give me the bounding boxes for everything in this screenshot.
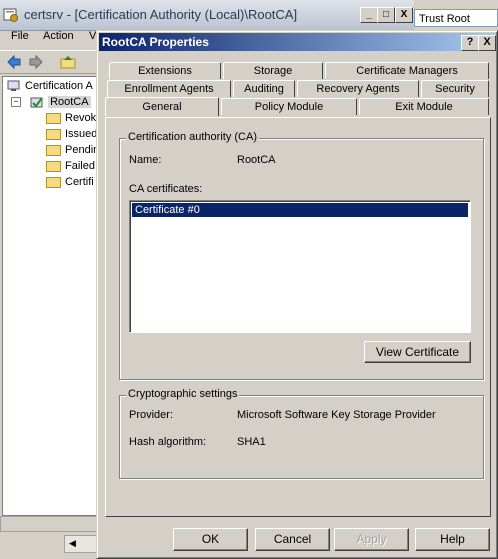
tab-certificate-managers[interactable]: Certificate Managers — [325, 62, 489, 79]
folder-icon — [46, 112, 61, 124]
ca-certificates-label: CA certificates: — [129, 183, 203, 195]
collapse-icon[interactable]: − — [11, 97, 21, 108]
help-question-button[interactable]: ? — [461, 35, 479, 51]
folder-icon — [46, 144, 61, 156]
dialog-titlebar[interactable]: RootCA Properties ? X — [99, 33, 496, 51]
dialog-close-button[interactable]: X — [478, 35, 496, 51]
folder-icon — [46, 176, 61, 188]
tab-recovery-agents[interactable]: Recovery Agents — [297, 80, 419, 97]
dialog-title: RootCA Properties — [102, 35, 209, 49]
tree-label: Failed — [65, 160, 95, 172]
mmc-toolbar — [0, 50, 96, 74]
tab-auditing[interactable]: Auditing — [233, 80, 295, 97]
hash-algorithm-label: Hash algorithm: — [129, 436, 207, 448]
help-button[interactable]: Help — [415, 528, 490, 551]
ca-check-icon — [30, 97, 43, 108]
tree-item-revoked[interactable]: Revok — [46, 111, 96, 126]
certsrv-app-icon — [3, 8, 18, 22]
name-value: RootCA — [237, 154, 276, 166]
tree-item-issued[interactable]: Issued — [46, 127, 97, 142]
tree-label: Pendin — [65, 144, 100, 156]
minimize-button[interactable]: _ — [360, 7, 378, 23]
provider-value: Microsoft Software Key Storage Provider — [237, 409, 436, 421]
ca-group: Certification authority (CA) Name: RootC… — [119, 131, 484, 380]
rootca-properties-dialog: RootCA Properties ? X Extensions Storage… — [96, 30, 498, 559]
folder-icon — [46, 160, 61, 172]
ok-button[interactable]: OK — [173, 528, 248, 551]
tree-label: Issued — [65, 128, 98, 140]
tab-security[interactable]: Security — [421, 80, 489, 97]
hash-algorithm-value: SHA1 — [237, 436, 266, 448]
name-label: Name: — [129, 154, 162, 166]
tab-storage[interactable]: Storage — [223, 62, 323, 79]
tree-item-cert-authority[interactable]: Certification A — [7, 79, 93, 94]
tree-item-failed[interactable]: Failed — [46, 159, 95, 174]
provider-label: Provider: — [129, 409, 174, 421]
mmc-menubar: File Action V — [0, 30, 96, 48]
mmc-titlebar[interactable]: certsrv - [Certification Authority (Loca… — [0, 0, 414, 31]
menu-action[interactable]: Action — [43, 30, 74, 44]
tree-label-rootca: RootCA — [48, 96, 91, 108]
horizontal-scrollbar[interactable]: ◀ — [64, 535, 98, 553]
ca-group-title: Certification authority (CA) — [126, 131, 259, 143]
tree-label: Revok — [65, 112, 97, 124]
trust-root-field[interactable]: Trust Root — [414, 9, 498, 27]
up-folder-icon[interactable] — [60, 54, 76, 70]
list-item-certificate-0[interactable]: Certificate #0 — [132, 203, 468, 217]
back-arrow-icon[interactable] — [6, 54, 22, 70]
tab-enrollment-agents[interactable]: Enrollment Agents — [107, 80, 231, 97]
scroll-left-icon[interactable]: ◀ — [69, 538, 76, 549]
folder-icon — [46, 128, 61, 140]
maximize-button[interactable]: □ — [377, 7, 395, 23]
close-button[interactable]: X — [395, 7, 413, 23]
tree-pane: Certification A − RootCA Revok Issued Pe… — [2, 76, 99, 516]
tab-extensions[interactable]: Extensions — [109, 62, 221, 79]
crypto-group: Cryptographic settings Provider: Microso… — [119, 388, 484, 479]
computer-cert-icon — [7, 80, 20, 92]
view-certificate-button[interactable]: View Certificate — [364, 341, 471, 363]
tree-item-pending[interactable]: Pendin — [46, 143, 99, 158]
ca-certificates-list[interactable]: Certificate #0 — [129, 200, 471, 333]
status-bar — [0, 516, 98, 532]
tree-label-root: Certification A — [25, 80, 93, 92]
tree-label: Certifi — [65, 176, 94, 188]
tree-item-cert-templates[interactable]: Certifi — [46, 175, 94, 190]
tab-policy-module[interactable]: Policy Module — [221, 98, 357, 115]
cancel-button[interactable]: Cancel — [255, 528, 330, 551]
general-tab-panel: Certification authority (CA) Name: RootC… — [105, 117, 491, 517]
tree-item-rootca[interactable]: − RootCA — [11, 95, 91, 110]
tab-general[interactable]: General — [105, 97, 219, 116]
mmc-title: certsrv - [Certification Authority (Loca… — [24, 7, 298, 22]
forward-arrow-icon[interactable] — [28, 54, 44, 70]
apply-button[interactable]: Apply — [334, 528, 409, 551]
tab-exit-module[interactable]: Exit Module — [359, 98, 489, 115]
crypto-group-title: Cryptographic settings — [126, 388, 240, 400]
menu-file[interactable]: File — [11, 30, 29, 44]
